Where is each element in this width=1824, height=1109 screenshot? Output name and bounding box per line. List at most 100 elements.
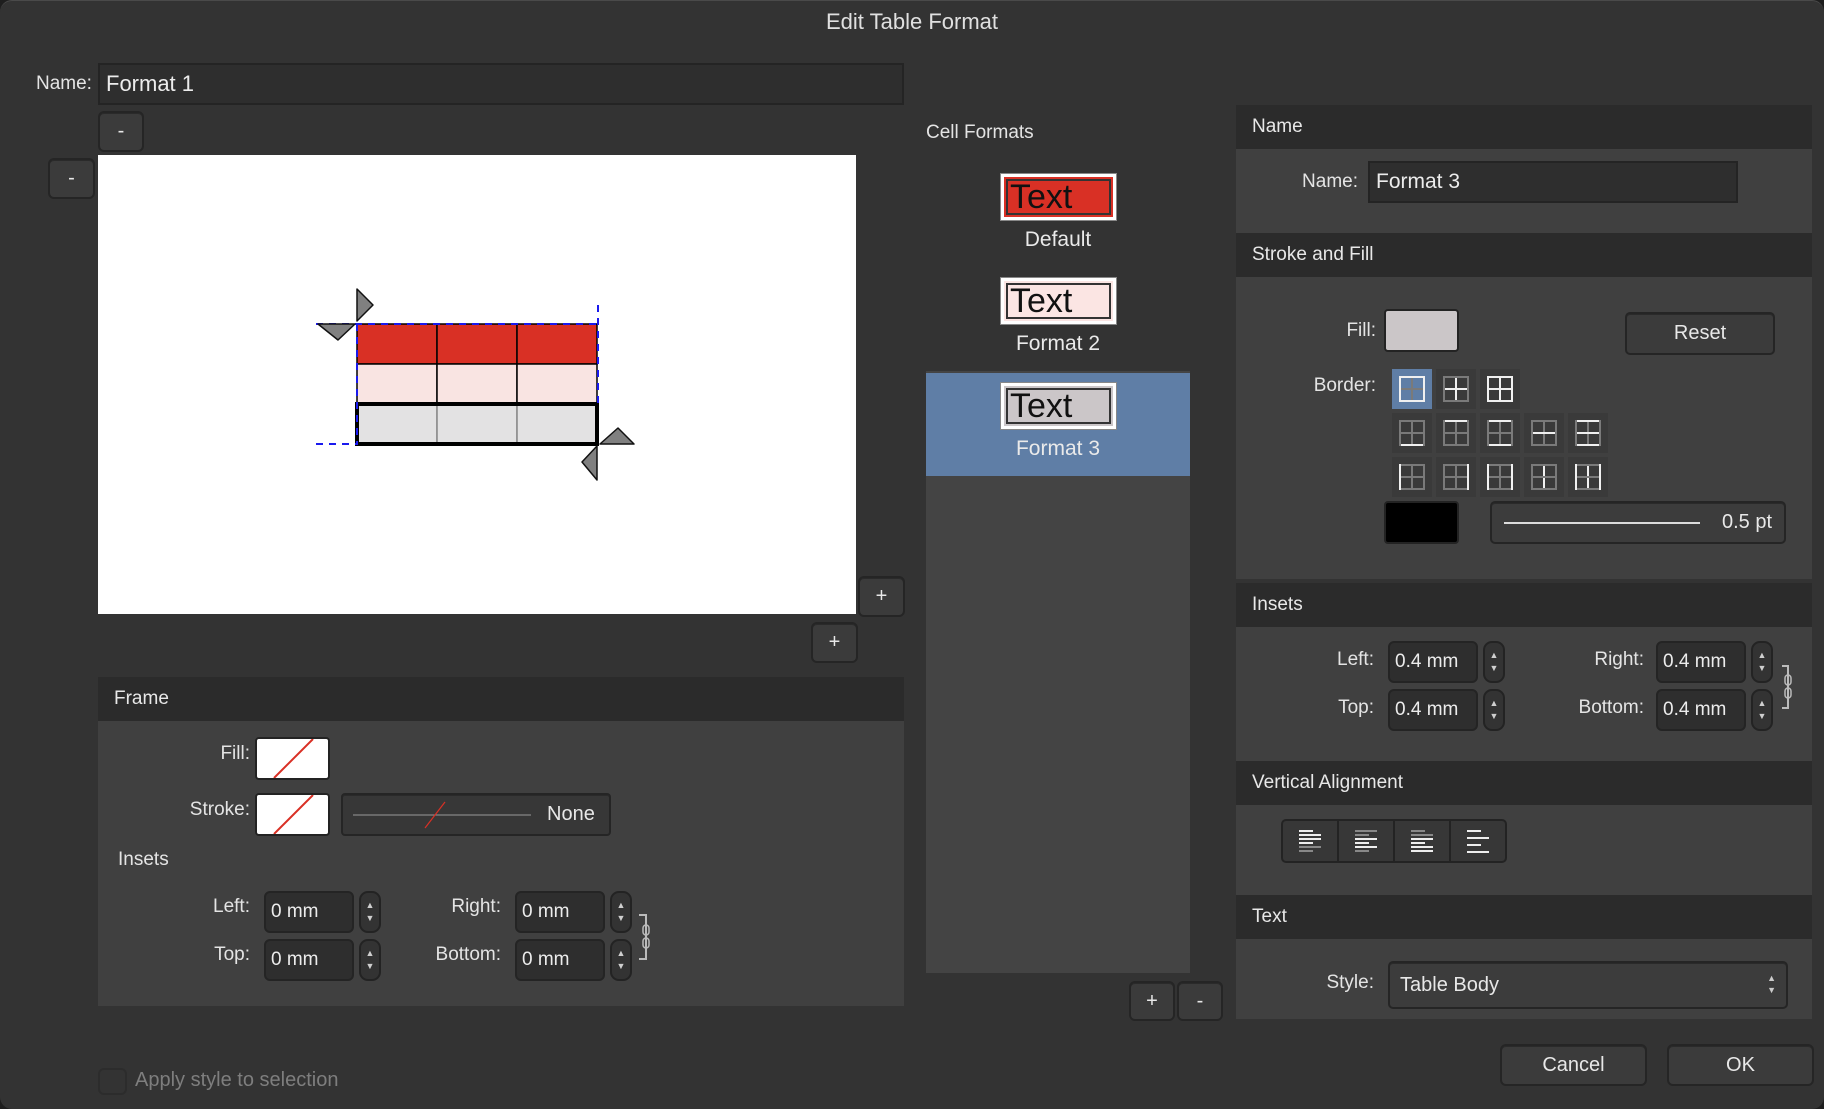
border-vertical-all-button[interactable] xyxy=(1568,457,1608,497)
preview-cell[interactable] xyxy=(516,403,598,445)
cancel-button[interactable]: Cancel xyxy=(1500,1044,1647,1086)
frame-bottom-inset-stepper[interactable]: ▲ ▼ xyxy=(610,939,632,981)
cell-right-inset-input[interactable]: 0.4 mm xyxy=(1656,641,1746,683)
border-vertical-all-icon xyxy=(1575,464,1601,490)
text-style-select[interactable]: Table Body ▲ ▼ xyxy=(1388,961,1788,1009)
border-inner-button[interactable] xyxy=(1436,369,1476,409)
text-section-header: Text xyxy=(1236,895,1812,939)
cell-format-item-default[interactable]: Text Default xyxy=(926,164,1190,267)
border-horizontal-middle-button[interactable] xyxy=(1524,413,1564,453)
frame-fill-swatch[interactable] xyxy=(255,737,330,780)
stepper-down-icon[interactable]: ▼ xyxy=(617,960,626,973)
stepper-up-icon[interactable]: ▲ xyxy=(1490,697,1499,710)
cell-fill-swatch[interactable] xyxy=(1384,309,1459,352)
cell-left-inset-input[interactable]: 0.4 mm xyxy=(1388,641,1478,683)
stepper-down-icon[interactable]: ▼ xyxy=(1758,710,1767,723)
cell-formats-header: Cell Formats xyxy=(926,122,1034,143)
frame-stroke-swatch[interactable] xyxy=(255,793,330,836)
align-bottom-button[interactable] xyxy=(1395,821,1451,861)
border-inner-icon xyxy=(1443,376,1469,402)
apply-style-label: Apply style to selection xyxy=(135,1069,339,1091)
stepper-down-icon[interactable]: ▼ xyxy=(366,912,375,925)
cell-format-item-format-2[interactable]: Text Format 2 xyxy=(926,268,1190,371)
frame-stroke-style-button[interactable]: None xyxy=(341,793,611,836)
stepper-down-icon[interactable]: ▼ xyxy=(1490,710,1499,723)
cell-bottom-inset-stepper[interactable]: ▲ ▼ xyxy=(1751,689,1773,731)
add-column-button[interactable]: + xyxy=(858,576,905,617)
stepper-down-icon[interactable]: ▼ xyxy=(366,960,375,973)
preview-cell[interactable] xyxy=(356,403,438,445)
border-left-right-icon xyxy=(1487,464,1513,490)
align-top-button[interactable] xyxy=(1283,821,1339,861)
border-right-button[interactable] xyxy=(1436,457,1476,497)
preview-cell[interactable] xyxy=(516,323,598,365)
no-fill-icon xyxy=(273,738,314,779)
cell-format-thumbnail: Text xyxy=(1000,173,1117,221)
border-top-button[interactable] xyxy=(1436,413,1476,453)
text-style-label: Style: xyxy=(1326,972,1374,993)
stroke-width-control[interactable]: 0.5 pt xyxy=(1490,501,1786,544)
table-preview xyxy=(98,155,856,614)
frame-right-inset-stepper[interactable]: ▲ ▼ xyxy=(610,891,632,933)
add-row-button[interactable]: + xyxy=(811,622,858,663)
stepper-up-icon[interactable]: ▲ xyxy=(366,947,375,960)
cell-right-inset-stepper[interactable]: ▲ ▼ xyxy=(1751,641,1773,683)
row-handle-icon[interactable] xyxy=(317,323,356,341)
frame-fill-label: Fill: xyxy=(220,743,250,764)
cell-format-item-format-3[interactable]: Text Format 3 xyxy=(926,373,1190,476)
align-top-icon xyxy=(1299,830,1321,852)
stepper-down-icon[interactable]: ▼ xyxy=(617,912,626,925)
remove-cell-format-button[interactable]: - xyxy=(1177,981,1223,1021)
link-insets-chain-icon[interactable] xyxy=(638,913,654,961)
frame-top-inset-input[interactable]: 0 mm xyxy=(264,939,354,981)
frame-stroke-label: Stroke: xyxy=(189,799,250,820)
stepper-down-icon[interactable]: ▼ xyxy=(1758,662,1767,675)
preview-cell[interactable] xyxy=(436,403,518,445)
ok-button[interactable]: OK xyxy=(1667,1044,1814,1086)
remove-row-button[interactable]: - xyxy=(48,158,95,199)
preview-cell[interactable] xyxy=(356,363,438,405)
frame-right-inset-input[interactable]: 0 mm xyxy=(515,891,605,933)
cell-format-thumbnail: Text xyxy=(1000,277,1117,325)
reset-button[interactable]: Reset xyxy=(1625,312,1775,355)
border-top-bottom-button[interactable] xyxy=(1480,413,1520,453)
cell-bottom-inset-input[interactable]: 0.4 mm xyxy=(1656,689,1746,731)
link-cell-insets-chain-icon[interactable] xyxy=(1781,664,1795,710)
add-cell-format-button[interactable]: + xyxy=(1129,981,1175,1021)
apply-style-checkbox[interactable] xyxy=(98,1068,127,1095)
cell-stroke-color-swatch[interactable] xyxy=(1384,501,1459,544)
border-vertical-middle-button[interactable] xyxy=(1524,457,1564,497)
border-left-right-button[interactable] xyxy=(1480,457,1520,497)
remove-column-button[interactable]: - xyxy=(98,111,144,152)
align-middle-button[interactable] xyxy=(1339,821,1395,861)
stepper-up-icon[interactable]: ▲ xyxy=(617,899,626,912)
stepper-up-icon[interactable]: ▲ xyxy=(617,947,626,960)
preview-cell[interactable] xyxy=(436,323,518,365)
stepper-up-icon[interactable]: ▲ xyxy=(1758,697,1767,710)
cell-format-name-input[interactable]: Format 3 xyxy=(1368,161,1738,203)
border-all-button[interactable] xyxy=(1480,369,1520,409)
border-horizontal-all-button[interactable] xyxy=(1568,413,1608,453)
stepper-up-icon[interactable]: ▲ xyxy=(366,899,375,912)
column-handle-icon[interactable] xyxy=(356,288,374,322)
stroke-width-value: 0.5 pt xyxy=(1722,511,1773,533)
preview-cell[interactable] xyxy=(356,323,438,365)
border-left-button[interactable] xyxy=(1392,457,1432,497)
frame-bottom-inset-input[interactable]: 0 mm xyxy=(515,939,605,981)
align-justify-button[interactable] xyxy=(1451,821,1505,861)
format-name-input[interactable]: Format 1 xyxy=(98,63,904,105)
preview-cell[interactable] xyxy=(436,363,518,405)
stepper-down-icon[interactable]: ▼ xyxy=(1490,662,1499,675)
resize-height-handle-icon[interactable] xyxy=(581,445,598,481)
resize-width-handle-icon[interactable] xyxy=(599,427,635,445)
frame-left-inset-input[interactable]: 0 mm xyxy=(264,891,354,933)
border-outer-button[interactable] xyxy=(1392,369,1432,409)
stepper-up-icon[interactable]: ▲ xyxy=(1758,649,1767,662)
cell-top-inset-stepper[interactable]: ▲ ▼ xyxy=(1483,689,1505,731)
stepper-up-icon[interactable]: ▲ xyxy=(1490,649,1499,662)
preview-cell[interactable] xyxy=(516,363,598,405)
text-section: Style: Table Body ▲ ▼ xyxy=(1236,939,1812,1019)
border-bottom-button[interactable] xyxy=(1392,413,1432,453)
cell-top-inset-input[interactable]: 0.4 mm xyxy=(1388,689,1478,731)
cell-left-inset-stepper[interactable]: ▲ ▼ xyxy=(1483,641,1505,683)
